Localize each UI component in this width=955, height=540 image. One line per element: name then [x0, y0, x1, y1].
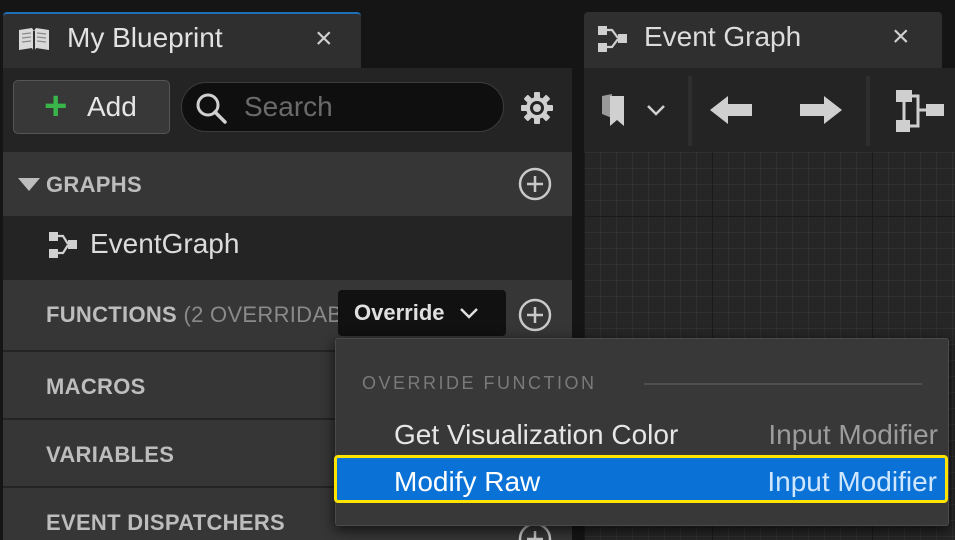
functions-label: FUNCTIONS [46, 302, 178, 327]
bookmark-icon[interactable] [598, 90, 670, 130]
search-box[interactable] [181, 82, 504, 132]
forward-arrow-icon[interactable] [796, 94, 844, 126]
menu-item-context: Input Modifier [767, 466, 937, 497]
graph-icon [598, 26, 627, 52]
variables-section-title: VARIABLES [46, 442, 175, 467]
graphs-section-header[interactable]: GRAPHS [3, 152, 572, 216]
overridable-count: (2 OVERRIDAB [183, 302, 343, 327]
menu-item-modify-raw[interactable]: Modify Raw Input Modifier [334, 455, 948, 503]
menu-item-context: Input Modifier [768, 419, 938, 450]
event-graph-title: Event Graph [644, 21, 802, 52]
back-arrow-icon[interactable] [708, 94, 756, 126]
close-icon[interactable]: × [892, 22, 910, 52]
hierarchy-icon[interactable] [894, 88, 946, 134]
graph-icon [49, 232, 77, 258]
collapse-arrow-icon[interactable] [18, 178, 40, 191]
heading-divider [644, 383, 922, 385]
event-dispatchers-section-title: EVENT DISPATCHERS [46, 510, 285, 535]
search-icon [196, 93, 227, 124]
override-dropdown-button[interactable]: Override [338, 290, 506, 336]
menu-item-name: Get Visualization Color [394, 419, 679, 450]
eventgraph-label: EventGraph [90, 228, 240, 259]
graph-item-eventgraph[interactable]: EventGraph [3, 216, 572, 278]
menu-item-get-visualization-color[interactable]: Get Visualization Color Input Modifier [338, 409, 946, 457]
my-blueprint-tab[interactable]: My Blueprint × [3, 12, 361, 68]
search-input[interactable] [244, 89, 484, 125]
graph-toolbar [584, 68, 955, 152]
add-button-label: Add [87, 91, 137, 122]
toolbar-separator [688, 76, 692, 146]
my-blueprint-title: My Blueprint [67, 22, 223, 53]
add-graph-icon[interactable] [518, 167, 552, 201]
my-blueprint-toolbar: + Add [3, 68, 572, 152]
menu-item-name: Modify Raw [394, 466, 541, 497]
blueprint-book-icon [19, 28, 49, 52]
override-function-menu: OVERRIDE FUNCTION Get Visualization Colo… [334, 338, 949, 526]
override-function-heading: OVERRIDE FUNCTION [362, 373, 597, 393]
functions-section-title: FUNCTIONS (2 OVERRIDAB [46, 302, 342, 328]
close-icon[interactable]: × [315, 24, 333, 54]
grid-line [584, 216, 955, 217]
override-button-label: Override [354, 300, 445, 325]
event-graph-tab[interactable]: Event Graph × [584, 12, 942, 68]
add-button[interactable]: + Add [13, 80, 170, 134]
macros-section-title: MACROS [46, 374, 146, 399]
add-function-icon[interactable] [518, 298, 552, 332]
graphs-section-title: GRAPHS [46, 172, 142, 197]
gear-icon[interactable] [519, 90, 555, 126]
toolbar-separator [866, 76, 870, 146]
chevron-down-icon [460, 308, 478, 319]
plus-icon: + [44, 84, 68, 128]
